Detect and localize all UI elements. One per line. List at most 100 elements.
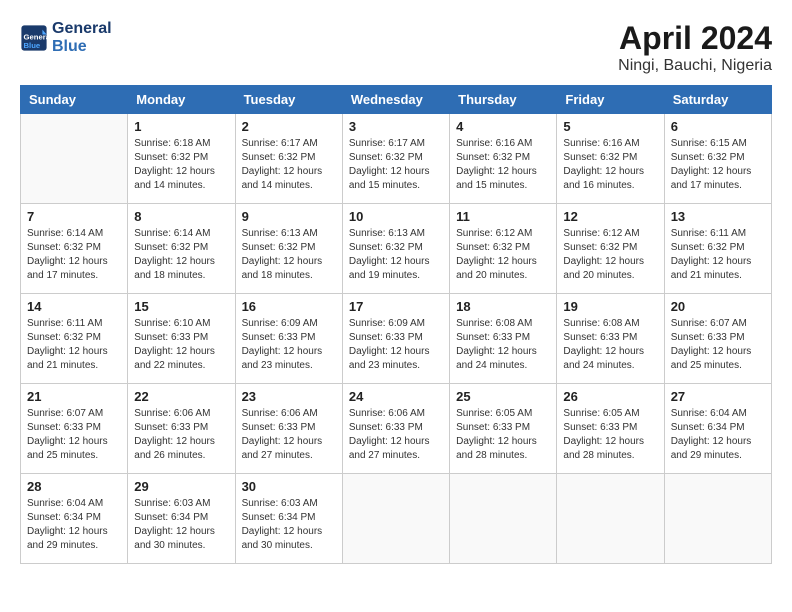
- col-header-monday: Monday: [128, 86, 235, 114]
- day-number: 28: [27, 479, 121, 494]
- day-number: 1: [134, 119, 228, 134]
- day-cell: 4 Sunrise: 6:16 AM Sunset: 6:32 PM Daylig…: [450, 114, 557, 204]
- day-cell: 21 Sunrise: 6:07 AM Sunset: 6:33 PM Dayli…: [21, 384, 128, 474]
- day-info: Sunrise: 6:16 AM Sunset: 6:32 PM Dayligh…: [563, 137, 657, 193]
- day-number: 24: [349, 389, 443, 404]
- col-header-saturday: Saturday: [664, 86, 771, 114]
- day-number: 17: [349, 299, 443, 314]
- day-cell: 24 Sunrise: 6:06 AM Sunset: 6:33 PM Dayli…: [342, 384, 449, 474]
- day-info: Sunrise: 6:09 AM Sunset: 6:33 PM Dayligh…: [242, 317, 336, 373]
- day-number: 14: [27, 299, 121, 314]
- header-row: SundayMondayTuesdayWednesdayThursdayFrid…: [21, 86, 772, 114]
- day-cell: 25Sunrise: 6:05 AM Sunset: 6:33 PM Dayli…: [450, 384, 557, 474]
- day-number: 11: [456, 209, 550, 224]
- day-cell: 29 Sunrise: 6:03 AM Sunset: 6:34 PM Dayli…: [128, 474, 235, 564]
- day-cell: [664, 474, 771, 564]
- logo-text-general: General: [52, 20, 112, 38]
- day-info: Sunrise: 6:13 AM Sunset: 6:32 PM Dayligh…: [242, 227, 336, 283]
- day-cell: 6 Sunrise: 6:15 AM Sunset: 6:32 PM Daylig…: [664, 114, 771, 204]
- day-cell: 9 Sunrise: 6:13 AM Sunset: 6:32 PM Daylig…: [235, 204, 342, 294]
- day-cell: 19Sunrise: 6:08 AM Sunset: 6:33 PM Dayli…: [557, 294, 664, 384]
- day-info: Sunrise: 6:12 AM Sunset: 6:32 PM Dayligh…: [563, 227, 657, 283]
- week-row-2: 7 Sunrise: 6:14 AM Sunset: 6:32 PM Daylig…: [21, 204, 772, 294]
- day-cell: 13 Sunrise: 6:11 AM Sunset: 6:32 PM Dayli…: [664, 204, 771, 294]
- day-info: Sunrise: 6:11 AM Sunset: 6:32 PM Dayligh…: [27, 317, 121, 373]
- day-info: Sunrise: 6:03 AM Sunset: 6:34 PM Dayligh…: [134, 497, 228, 553]
- svg-text:Blue: Blue: [24, 40, 41, 49]
- day-cell: 23 Sunrise: 6:06 AM Sunset: 6:33 PM Dayli…: [235, 384, 342, 474]
- day-number: 25: [456, 389, 550, 404]
- week-row-1: 1Sunrise: 6:18 AM Sunset: 6:32 PM Daylig…: [21, 114, 772, 204]
- week-row-5: 28 Sunrise: 6:04 AM Sunset: 6:34 PM Dayli…: [21, 474, 772, 564]
- day-info: Sunrise: 6:08 AM Sunset: 6:33 PM Dayligh…: [456, 317, 550, 373]
- day-cell: 20 Sunrise: 6:07 AM Sunset: 6:33 PM Dayli…: [664, 294, 771, 384]
- logo-icon: General Blue: [20, 24, 48, 52]
- day-number: 21: [27, 389, 121, 404]
- col-header-wednesday: Wednesday: [342, 86, 449, 114]
- day-info: Sunrise: 6:16 AM Sunset: 6:32 PM Dayligh…: [456, 137, 550, 193]
- day-number: 9: [242, 209, 336, 224]
- day-cell: 8Sunrise: 6:14 AM Sunset: 6:32 PM Daylig…: [128, 204, 235, 294]
- day-number: 23: [242, 389, 336, 404]
- day-info: Sunrise: 6:11 AM Sunset: 6:32 PM Dayligh…: [671, 227, 765, 283]
- day-number: 7: [27, 209, 121, 224]
- day-number: 3: [349, 119, 443, 134]
- col-header-tuesday: Tuesday: [235, 86, 342, 114]
- day-info: Sunrise: 6:15 AM Sunset: 6:32 PM Dayligh…: [671, 137, 765, 193]
- day-cell: 30Sunrise: 6:03 AM Sunset: 6:34 PM Dayli…: [235, 474, 342, 564]
- day-cell: 2 Sunrise: 6:17 AM Sunset: 6:32 PM Daylig…: [235, 114, 342, 204]
- day-info: Sunrise: 6:06 AM Sunset: 6:33 PM Dayligh…: [134, 407, 228, 463]
- day-info: Sunrise: 6:06 AM Sunset: 6:33 PM Dayligh…: [242, 407, 336, 463]
- day-cell: 15 Sunrise: 6:10 AM Sunset: 6:33 PM Dayli…: [128, 294, 235, 384]
- day-info: Sunrise: 6:04 AM Sunset: 6:34 PM Dayligh…: [27, 497, 121, 553]
- day-number: 18: [456, 299, 550, 314]
- day-cell: 14 Sunrise: 6:11 AM Sunset: 6:32 PM Dayli…: [21, 294, 128, 384]
- day-number: 13: [671, 209, 765, 224]
- day-cell: 12 Sunrise: 6:12 AM Sunset: 6:32 PM Dayli…: [557, 204, 664, 294]
- logo-text-blue: Blue: [52, 38, 112, 56]
- day-info: Sunrise: 6:07 AM Sunset: 6:33 PM Dayligh…: [671, 317, 765, 373]
- day-info: Sunrise: 6:14 AM Sunset: 6:32 PM Dayligh…: [134, 227, 228, 283]
- day-cell: [342, 474, 449, 564]
- day-number: 15: [134, 299, 228, 314]
- day-number: 20: [671, 299, 765, 314]
- week-row-3: 14 Sunrise: 6:11 AM Sunset: 6:32 PM Dayli…: [21, 294, 772, 384]
- day-cell: 28 Sunrise: 6:04 AM Sunset: 6:34 PM Dayli…: [21, 474, 128, 564]
- day-cell: 22 Sunrise: 6:06 AM Sunset: 6:33 PM Dayli…: [128, 384, 235, 474]
- location-title: Ningi, Bauchi, Nigeria: [618, 57, 772, 75]
- day-number: 5: [563, 119, 657, 134]
- day-info: Sunrise: 6:12 AM Sunset: 6:32 PM Dayligh…: [456, 227, 550, 283]
- col-header-friday: Friday: [557, 86, 664, 114]
- day-cell: 27Sunrise: 6:04 AM Sunset: 6:34 PM Dayli…: [664, 384, 771, 474]
- day-cell: 7 Sunrise: 6:14 AM Sunset: 6:32 PM Daylig…: [21, 204, 128, 294]
- day-number: 29: [134, 479, 228, 494]
- day-cell: 1Sunrise: 6:18 AM Sunset: 6:32 PM Daylig…: [128, 114, 235, 204]
- day-cell: 18 Sunrise: 6:08 AM Sunset: 6:33 PM Dayli…: [450, 294, 557, 384]
- month-title: April 2024: [618, 20, 772, 57]
- day-number: 4: [456, 119, 550, 134]
- day-cell: 5 Sunrise: 6:16 AM Sunset: 6:32 PM Daylig…: [557, 114, 664, 204]
- day-info: Sunrise: 6:10 AM Sunset: 6:33 PM Dayligh…: [134, 317, 228, 373]
- logo: General Blue General Blue: [20, 20, 112, 55]
- day-number: 2: [242, 119, 336, 134]
- col-header-thursday: Thursday: [450, 86, 557, 114]
- day-cell: 16 Sunrise: 6:09 AM Sunset: 6:33 PM Dayli…: [235, 294, 342, 384]
- day-cell: [21, 114, 128, 204]
- day-info: Sunrise: 6:04 AM Sunset: 6:34 PM Dayligh…: [671, 407, 765, 463]
- day-info: Sunrise: 6:07 AM Sunset: 6:33 PM Dayligh…: [27, 407, 121, 463]
- day-number: 12: [563, 209, 657, 224]
- day-number: 16: [242, 299, 336, 314]
- day-number: 10: [349, 209, 443, 224]
- day-info: Sunrise: 6:06 AM Sunset: 6:33 PM Dayligh…: [349, 407, 443, 463]
- day-cell: 11 Sunrise: 6:12 AM Sunset: 6:32 PM Dayli…: [450, 204, 557, 294]
- day-number: 30: [242, 479, 336, 494]
- day-number: 22: [134, 389, 228, 404]
- day-info: Sunrise: 6:17 AM Sunset: 6:32 PM Dayligh…: [242, 137, 336, 193]
- page-header: General Blue General Blue April 2024 Nin…: [20, 20, 772, 75]
- day-info: Sunrise: 6:14 AM Sunset: 6:32 PM Dayligh…: [27, 227, 121, 283]
- calendar-table: SundayMondayTuesdayWednesdayThursdayFrid…: [20, 85, 772, 564]
- day-cell: 10Sunrise: 6:13 AM Sunset: 6:32 PM Dayli…: [342, 204, 449, 294]
- day-number: 6: [671, 119, 765, 134]
- day-number: 26: [563, 389, 657, 404]
- week-row-4: 21 Sunrise: 6:07 AM Sunset: 6:33 PM Dayli…: [21, 384, 772, 474]
